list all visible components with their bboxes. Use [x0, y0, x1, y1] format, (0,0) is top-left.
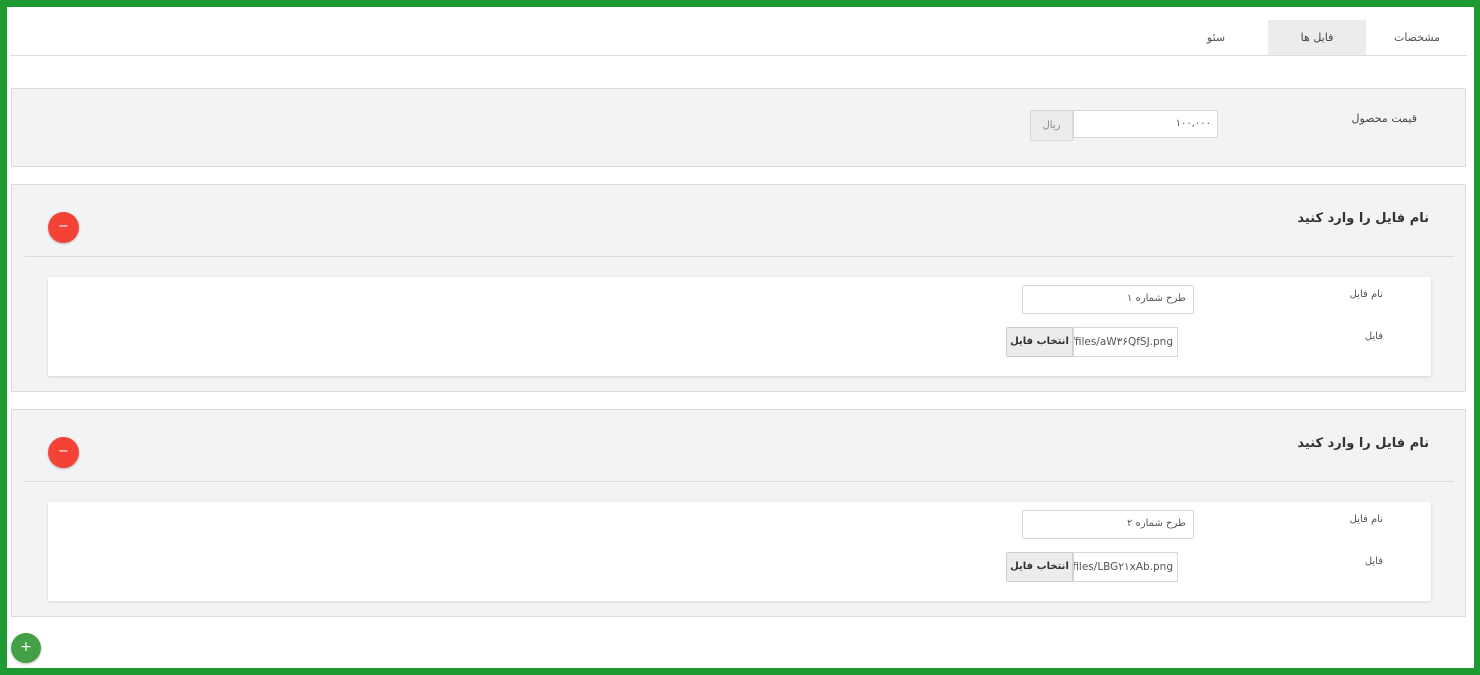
- plus-icon: +: [20, 639, 32, 655]
- file-name-input[interactable]: طرح شماره ۲: [1022, 510, 1194, 539]
- tab-files[interactable]: فایل ها: [1268, 20, 1366, 55]
- file-name-label: نام فایل: [1349, 289, 1383, 300]
- file-card: نام فایل طرح شماره ۱ فایل /files/aW۳۶QfS…: [48, 277, 1431, 376]
- file-path-input[interactable]: /files/LBG۲۱xAb.png: [1073, 552, 1178, 582]
- remove-file-button[interactable]: −: [48, 212, 79, 243]
- file-group: نام فایل را وارد کنید − نام فایل طرح شما…: [11, 409, 1466, 617]
- file-label: فایل: [1364, 331, 1383, 342]
- file-name-label: نام فایل: [1349, 514, 1383, 525]
- file-label: فایل: [1364, 556, 1383, 567]
- price-input[interactable]: ۱۰۰,۰۰۰: [1073, 110, 1218, 138]
- file-group-title: نام فایل را وارد کنید: [1297, 211, 1429, 226]
- tab-specifications[interactable]: مشخصات: [1367, 20, 1467, 55]
- minus-icon: −: [58, 219, 69, 234]
- price-panel: قیمت محصول ریال ۱۰۰,۰۰۰: [11, 88, 1466, 167]
- group-divider: [25, 481, 1454, 482]
- minus-icon: −: [58, 444, 69, 459]
- add-file-button[interactable]: +: [11, 633, 41, 663]
- choose-file-button[interactable]: انتخاب فایل: [1006, 552, 1073, 582]
- file-card: نام فایل طرح شماره ۲ فایل /files/LBG۲۱xA…: [48, 502, 1431, 601]
- currency-addon: ریال: [1030, 110, 1073, 141]
- remove-file-button[interactable]: −: [48, 437, 79, 468]
- choose-file-button[interactable]: انتخاب فایل: [1006, 327, 1073, 357]
- file-path-text: /files/aW۳۶QfSJ.png: [1073, 336, 1173, 348]
- file-path-text: /files/LBG۲۱xAb.png: [1073, 561, 1173, 573]
- price-label: قیمت محصول: [1351, 112, 1417, 125]
- tab-bar: مشخصات فایل ها سئو: [10, 20, 1467, 56]
- tab-seo[interactable]: سئو: [1180, 20, 1252, 55]
- file-path-input[interactable]: /files/aW۳۶QfSJ.png: [1073, 327, 1178, 357]
- file-group-title: نام فایل را وارد کنید: [1297, 436, 1429, 451]
- group-divider: [25, 256, 1454, 257]
- file-group: نام فایل را وارد کنید − نام فایل طرح شما…: [11, 184, 1466, 392]
- file-name-input[interactable]: طرح شماره ۱: [1022, 285, 1194, 314]
